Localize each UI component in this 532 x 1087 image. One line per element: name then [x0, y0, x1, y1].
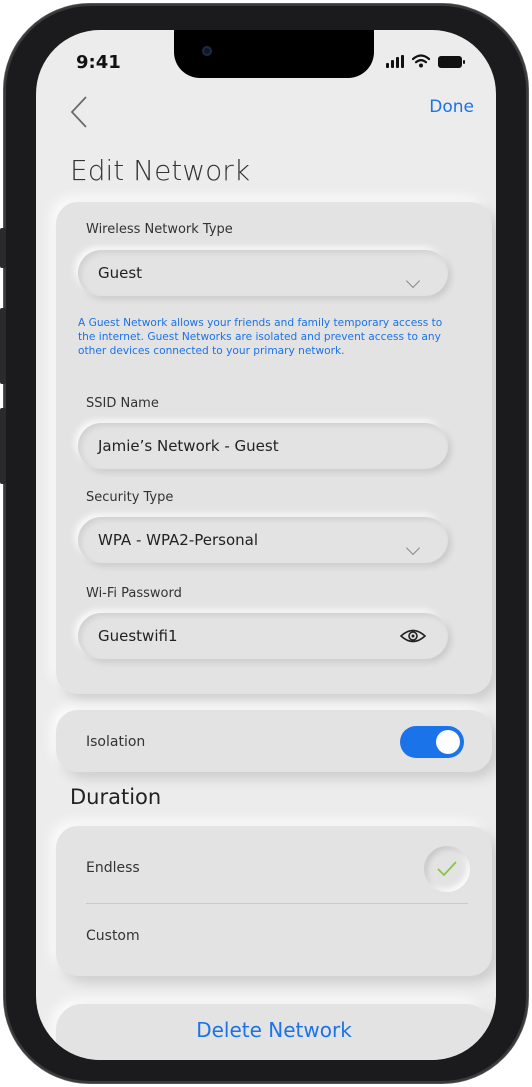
done-button[interactable]: Done — [429, 97, 474, 117]
isolation-card: Isolation — [56, 710, 492, 772]
chevron-down-icon — [405, 540, 421, 556]
screen: 9:41 Done Edit Network Wireless Network … — [36, 30, 496, 1060]
volume-down-button — [0, 408, 6, 484]
password-value: Guestwifi1 — [98, 627, 178, 645]
notch — [174, 30, 374, 78]
duration-option-label: Custom — [86, 928, 140, 944]
isolation-label: Isolation — [86, 734, 146, 750]
back-chevron-icon[interactable] — [66, 92, 96, 132]
delete-network-button[interactable]: Delete Network — [56, 1004, 492, 1060]
status-time: 9:41 — [76, 52, 121, 73]
page-title: Edit Network — [70, 154, 251, 187]
volume-up-button — [0, 308, 6, 384]
security-type-label: Security Type — [86, 490, 174, 505]
password-label: Wi-Fi Password — [86, 586, 182, 601]
battery-icon — [438, 56, 465, 68]
chevron-down-icon — [405, 273, 421, 289]
network-settings-card: Wireless Network Type Guest A Guest Netw… — [56, 202, 492, 694]
password-input[interactable]: Guestwifi1 — [78, 613, 448, 659]
toggle-knob — [436, 730, 460, 754]
network-type-select[interactable]: Guest — [78, 250, 448, 296]
isolation-toggle[interactable] — [400, 726, 464, 758]
ssid-value: Jamie’s Network - Guest — [98, 437, 279, 455]
guest-network-info: A Guest Network allows your friends and … — [78, 317, 443, 357]
duration-title: Duration — [70, 785, 162, 809]
mute-switch — [0, 228, 6, 268]
duration-option-label: Endless — [86, 860, 140, 876]
duration-card: Endless Custom — [56, 826, 492, 976]
selected-check — [424, 846, 470, 892]
network-type-value: Guest — [98, 264, 143, 282]
eye-icon[interactable] — [400, 626, 426, 646]
network-type-label: Wireless Network Type — [86, 222, 233, 237]
status-icons — [386, 54, 465, 68]
ssid-input[interactable]: Jamie’s Network - Guest — [78, 423, 448, 469]
wifi-icon — [412, 54, 430, 68]
security-type-value: WPA - WPA2-Personal — [98, 531, 259, 549]
duration-option-endless[interactable]: Endless — [56, 826, 492, 903]
check-icon — [437, 861, 457, 877]
ssid-label: SSID Name — [86, 396, 159, 411]
duration-option-custom[interactable]: Custom — [56, 904, 492, 976]
camera — [202, 46, 212, 56]
security-type-select[interactable]: WPA - WPA2-Personal — [78, 517, 448, 563]
signal-icon — [386, 55, 404, 68]
